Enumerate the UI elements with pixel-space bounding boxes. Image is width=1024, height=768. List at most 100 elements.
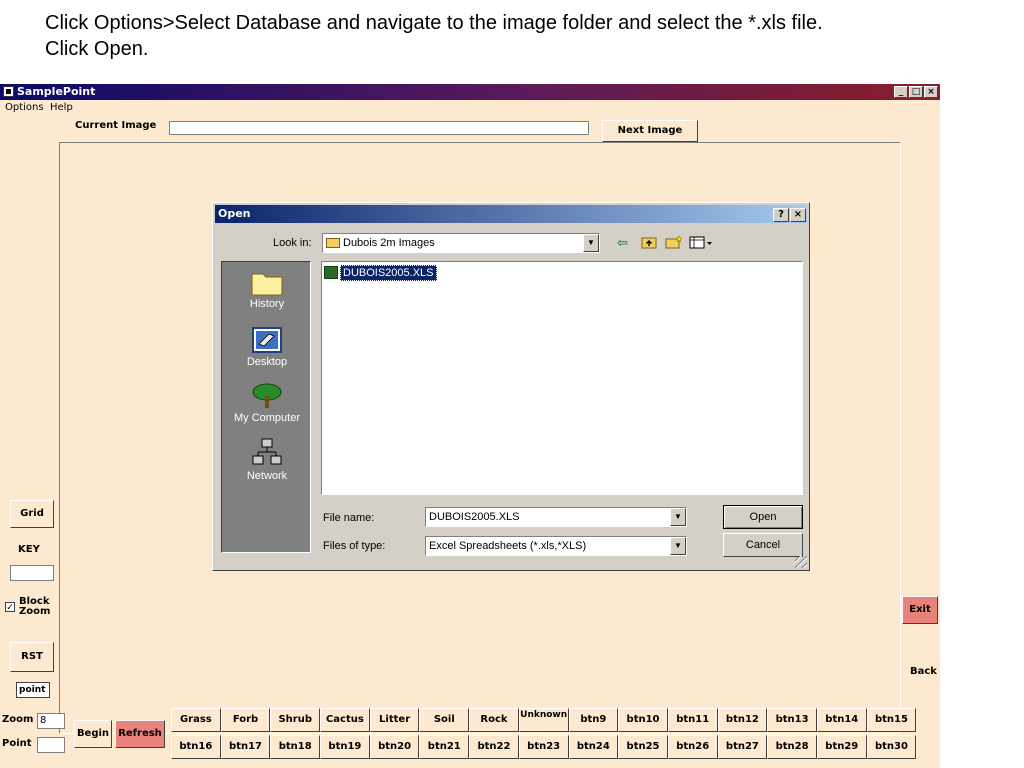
network-icon: [252, 438, 282, 465]
place-my-computer[interactable]: My Computer: [222, 382, 312, 424]
rst-button[interactable]: RST: [10, 642, 54, 672]
block-zoom-checkbox[interactable]: ✓: [5, 602, 15, 612]
up-folder-icon[interactable]: [641, 235, 657, 253]
dialog-help-button[interactable]: ?: [773, 208, 789, 222]
category-button-btn12[interactable]: btn12: [717, 708, 768, 732]
exit-button[interactable]: Exit: [902, 596, 938, 624]
new-folder-icon[interactable]: [665, 235, 683, 253]
category-button-btn23[interactable]: btn23: [518, 735, 569, 759]
category-button-unknown[interactable]: Unknown: [518, 708, 569, 732]
place-desktop-label: Desktop: [246, 356, 288, 368]
computer-tree-icon: [252, 383, 282, 408]
open-button[interactable]: Open: [723, 505, 803, 529]
next-image-button[interactable]: Next Image: [602, 120, 698, 142]
file-type-label: Files of type:: [323, 540, 386, 552]
back-arrow-icon[interactable]: ⇦: [617, 235, 628, 251]
category-button-btn14[interactable]: btn14: [816, 708, 867, 732]
desktop-icon: [252, 327, 282, 353]
file-item-name: DUBOIS2005.XLS: [340, 265, 437, 281]
dialog-title: Open: [218, 207, 251, 220]
category-button-cactus[interactable]: Cactus: [320, 708, 370, 732]
chevron-down-icon[interactable]: ▼: [670, 537, 686, 555]
back-button[interactable]: Back: [910, 666, 937, 677]
place-my-computer-label: My Computer: [233, 412, 301, 424]
place-network[interactable]: Network: [222, 438, 312, 482]
point-label: Point: [2, 738, 32, 749]
maximize-button[interactable]: □: [909, 86, 923, 98]
window-titlebar[interactable]: SamplePoint _ □ ×: [0, 84, 940, 100]
current-image-field[interactable]: [169, 121, 589, 135]
place-history-label: History: [249, 298, 285, 310]
file-name-value: DUBOIS2005.XLS: [429, 511, 520, 523]
menu-options[interactable]: Options: [5, 102, 44, 113]
instruction-caption: Click Options>Select Database and naviga…: [45, 10, 985, 62]
category-button-btn10[interactable]: btn10: [618, 708, 668, 732]
point-box[interactable]: point: [16, 682, 50, 698]
category-button-btn22[interactable]: btn22: [469, 735, 519, 759]
block-zoom-label: Block Zoom: [19, 596, 51, 617]
file-type-select[interactable]: Excel Spreadsheets (*.xls,*XLS) ▼: [425, 536, 687, 556]
category-button-btn21[interactable]: btn21: [419, 735, 470, 759]
category-button-btn25[interactable]: btn25: [618, 735, 668, 759]
view-menu-icon[interactable]: [689, 235, 713, 253]
refresh-button[interactable]: Refresh: [115, 720, 165, 748]
category-button-btn16[interactable]: btn16: [171, 735, 221, 759]
category-button-btn20[interactable]: btn20: [369, 735, 420, 759]
dialog-close-button[interactable]: ×: [790, 208, 806, 222]
excel-file-icon: [324, 266, 338, 279]
menu-bar: Options Help: [0, 100, 940, 116]
category-button-btn19[interactable]: btn19: [320, 735, 370, 759]
resize-grip[interactable]: [795, 556, 807, 568]
menu-help[interactable]: Help: [50, 102, 73, 113]
category-button-forb[interactable]: Forb: [220, 708, 271, 732]
category-button-soil[interactable]: Soil: [419, 708, 470, 732]
open-dialog: Open ? × Look in: Dubois 2m Images ▼ ⇦ H…: [212, 202, 810, 571]
key-input[interactable]: [10, 565, 54, 581]
category-button-btn18[interactable]: btn18: [270, 735, 321, 759]
category-button-btn27[interactable]: btn27: [717, 735, 768, 759]
file-name-input[interactable]: DUBOIS2005.XLS ▼: [425, 507, 687, 527]
minimize-button[interactable]: _: [894, 86, 908, 98]
category-button-litter[interactable]: Litter: [369, 708, 420, 732]
look-in-label: Look in:: [273, 237, 312, 249]
key-label: KEY: [18, 544, 40, 555]
places-bar: History Desktop My Computer Network: [221, 261, 311, 553]
folder-icon: [326, 238, 340, 248]
window-title: SamplePoint: [17, 85, 96, 98]
place-desktop[interactable]: Desktop: [222, 326, 312, 368]
close-button[interactable]: ×: [924, 86, 938, 98]
zoom-input[interactable]: 8: [37, 713, 65, 729]
category-button-btn29[interactable]: btn29: [816, 735, 867, 759]
history-folder-icon: [251, 273, 283, 296]
category-button-btn28[interactable]: btn28: [767, 735, 817, 759]
app-icon: [3, 86, 14, 97]
category-button-rock[interactable]: Rock: [469, 708, 519, 732]
category-button-shrub[interactable]: Shrub: [270, 708, 321, 732]
zoom-label: Zoom: [2, 714, 34, 725]
category-button-btn24[interactable]: btn24: [568, 735, 619, 759]
category-button-btn9[interactable]: btn9: [568, 708, 619, 732]
instruction-line-2: Click Open.: [45, 38, 149, 60]
cancel-button[interactable]: Cancel: [723, 533, 803, 557]
category-button-btn11[interactable]: btn11: [667, 708, 718, 732]
begin-button[interactable]: Begin: [74, 720, 112, 748]
file-type-value: Excel Spreadsheets (*.xls,*XLS): [429, 540, 587, 552]
category-button-grass[interactable]: Grass: [171, 708, 221, 732]
current-image-label: Current Image: [75, 120, 157, 131]
file-list[interactable]: DUBOIS2005.XLS: [321, 261, 803, 495]
look-in-value: Dubois 2m Images: [343, 237, 435, 249]
grid-button[interactable]: Grid: [10, 500, 54, 528]
dialog-titlebar[interactable]: Open ? ×: [215, 205, 807, 223]
category-button-btn30[interactable]: btn30: [866, 735, 917, 759]
category-button-btn15[interactable]: btn15: [866, 708, 917, 732]
place-network-label: Network: [246, 470, 288, 482]
instruction-line-1: Click Options>Select Database and naviga…: [45, 12, 823, 34]
chevron-down-icon[interactable]: ▼: [583, 234, 599, 252]
category-button-btn26[interactable]: btn26: [667, 735, 718, 759]
category-button-btn13[interactable]: btn13: [767, 708, 817, 732]
place-history[interactable]: History: [222, 270, 312, 310]
chevron-down-icon[interactable]: ▼: [670, 508, 686, 526]
look-in-dropdown[interactable]: Dubois 2m Images ▼: [322, 233, 600, 253]
point-input[interactable]: [37, 737, 65, 753]
category-button-btn17[interactable]: btn17: [220, 735, 271, 759]
